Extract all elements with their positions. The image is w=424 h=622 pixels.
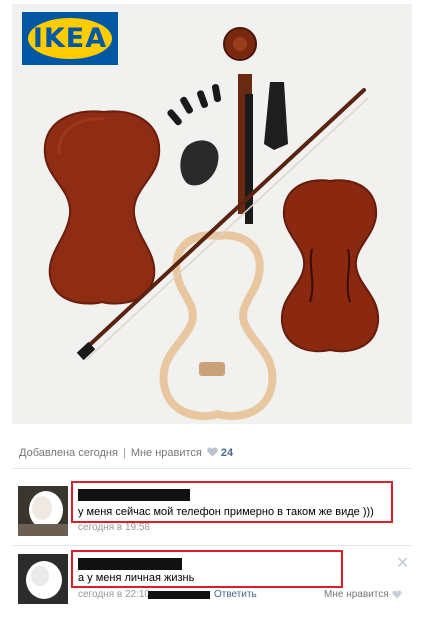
comment-reply-to-redacted[interactable] [148,591,210,599]
avatar[interactable] [18,486,68,536]
avatar-blurred-image [18,486,68,536]
post-like-count[interactable]: 24 [221,447,233,459]
post-divider [12,468,412,469]
avatar-blurred-image [18,554,68,604]
comment-like-link[interactable]: Мне нравится [324,589,389,600]
avatar[interactable] [18,554,68,604]
reply-link[interactable]: Ответить [214,589,257,600]
comment-divider [12,545,412,546]
heart-icon[interactable] [392,590,402,599]
post-date-added[interactable]: Добавлена сегодня [19,447,118,459]
heart-icon[interactable] [207,447,218,457]
comment-date[interactable]: сегодня в 19:58 [78,522,150,533]
post-like-label[interactable]: Мне нравится [131,447,202,459]
comment-date[interactable]: сегодня в 22:10 [78,589,150,600]
ikea-logo: IKEA [22,12,118,65]
violin-parts-illustration [43,27,380,421]
post-photo[interactable] [12,4,412,424]
ikea-logo-text: IKEA [32,23,108,54]
post-meta-bar: Добавлена сегодня | Мне нравится 24 [19,447,233,463]
comment-highlight-box [71,481,393,523]
close-icon[interactable]: ✕ [396,556,409,572]
meta-separator: | [122,447,126,459]
comment-highlight-box [71,550,343,588]
